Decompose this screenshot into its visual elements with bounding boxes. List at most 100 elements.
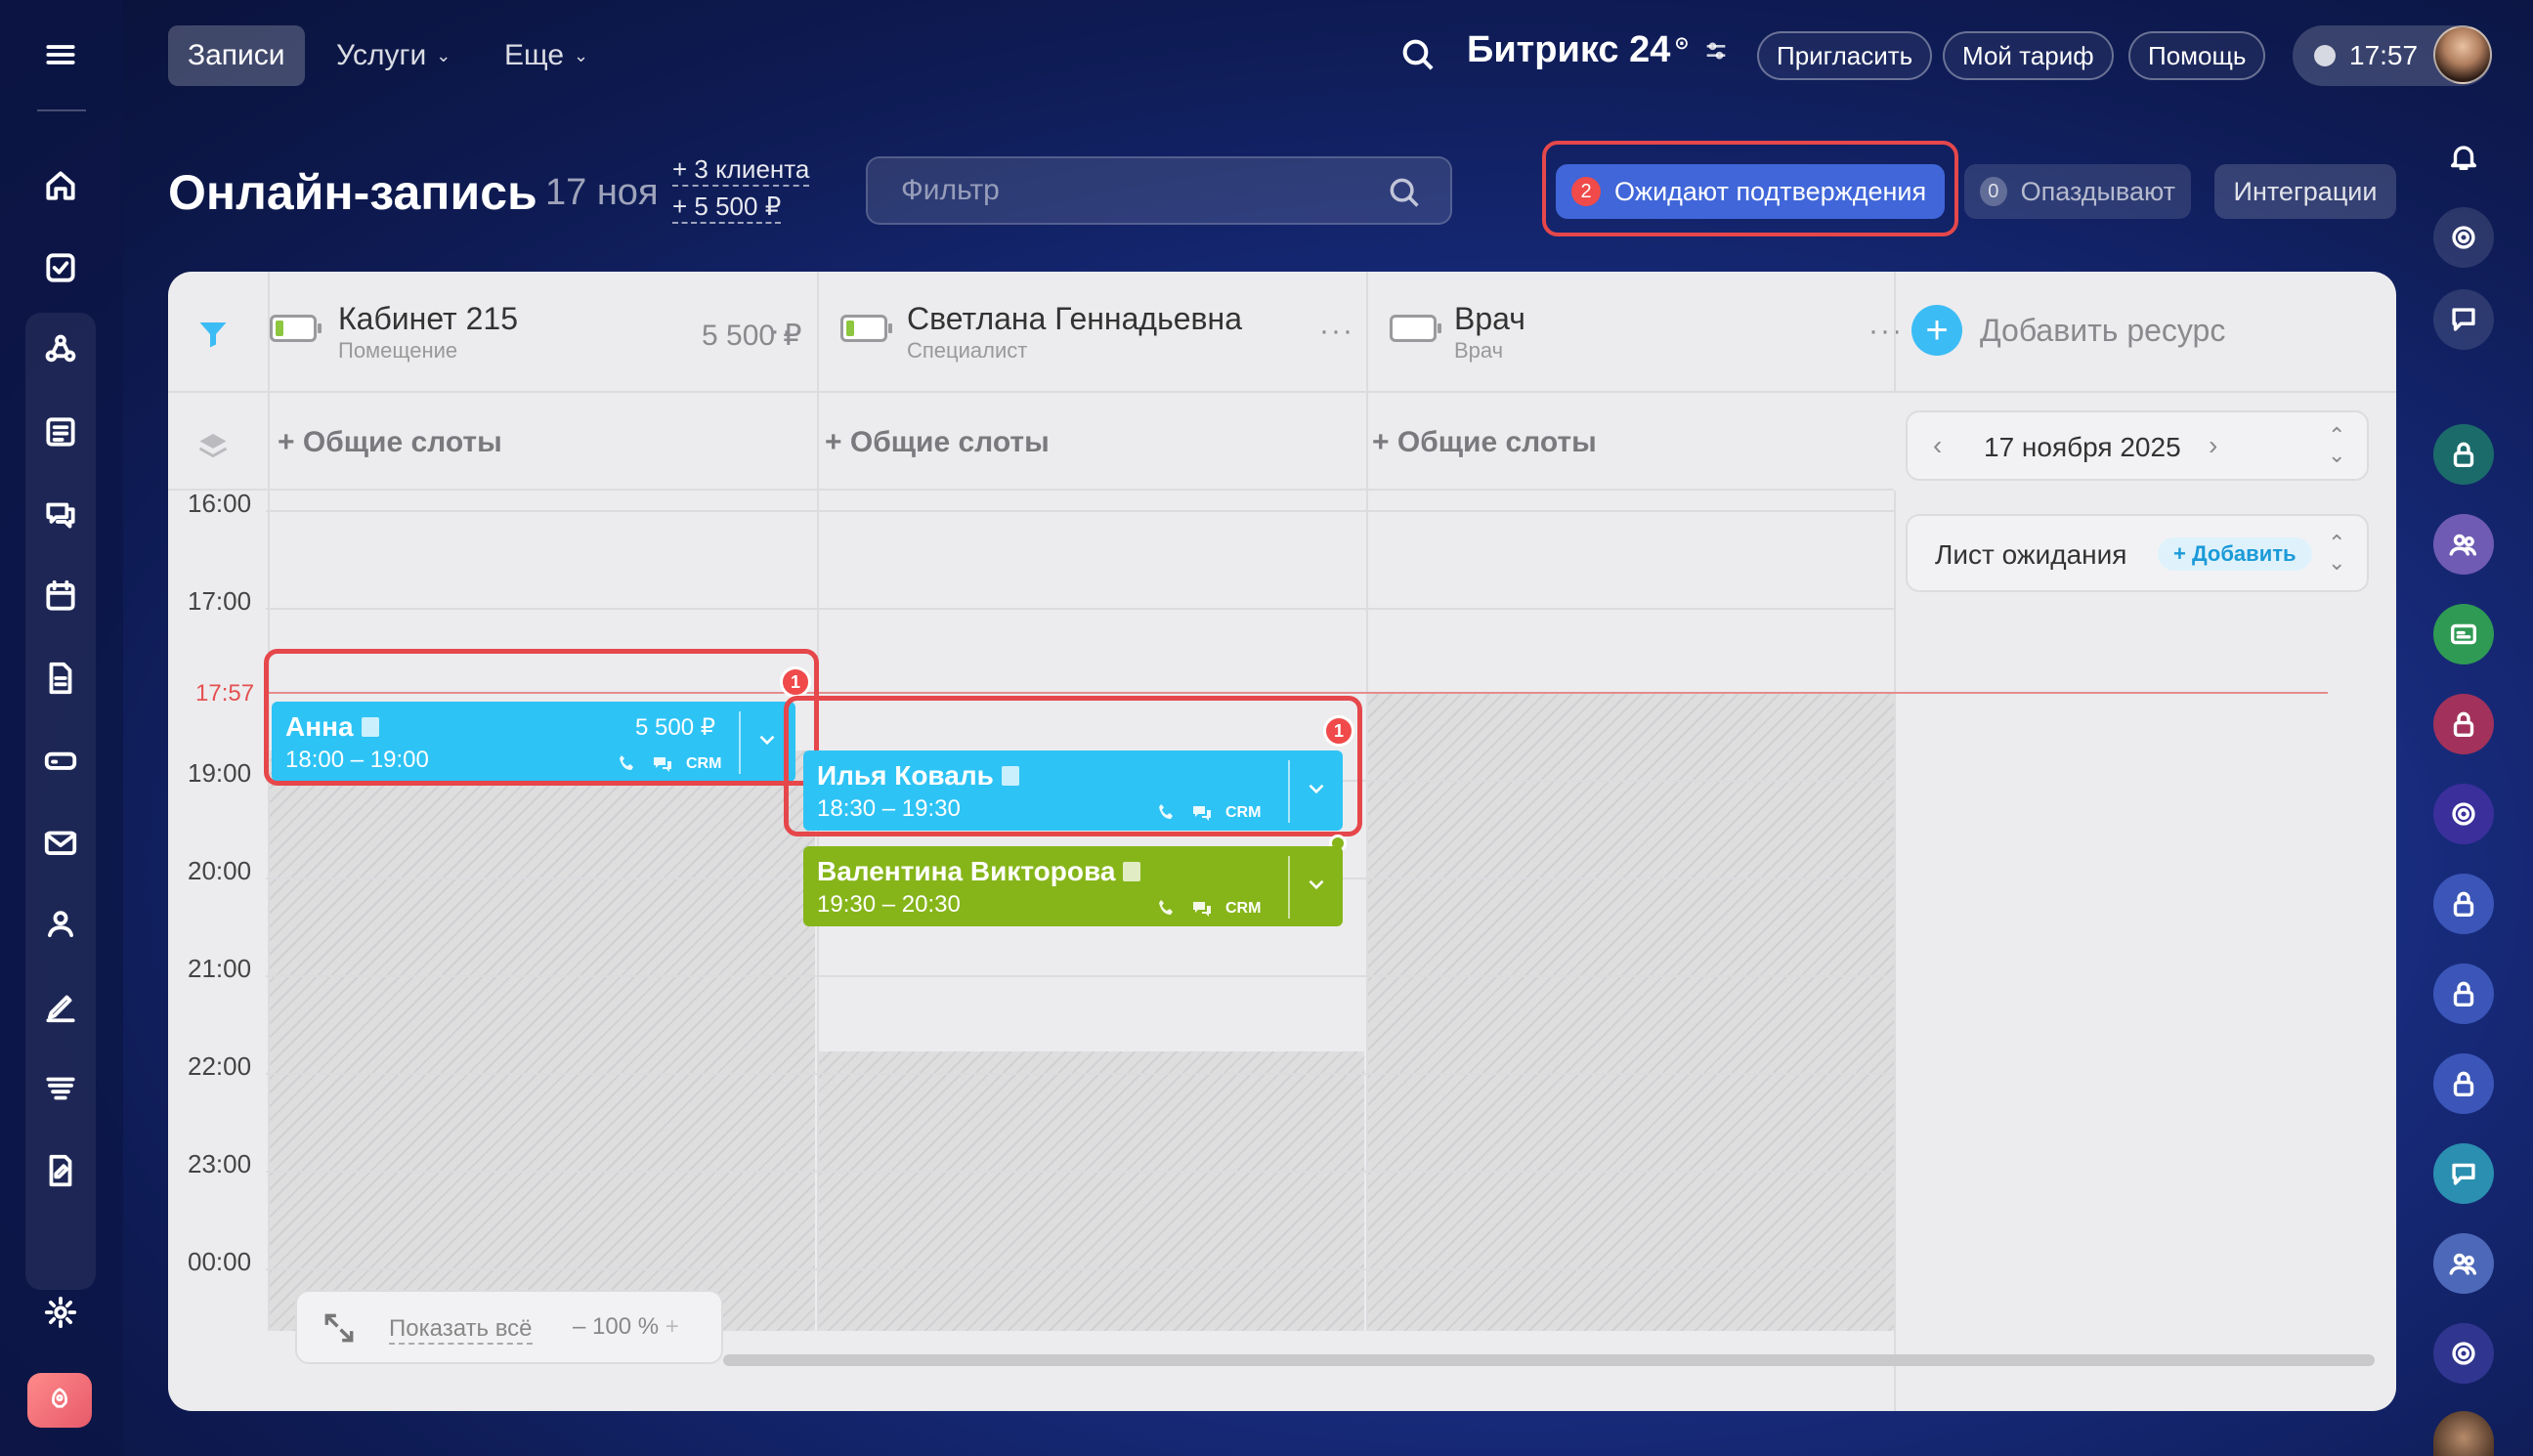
crm-icon[interactable]	[32, 321, 89, 378]
group-icon[interactable]	[2433, 514, 2494, 575]
column-divider	[268, 393, 270, 491]
copilot-icon[interactable]	[2433, 1323, 2494, 1384]
tab-services[interactable]: Услуги ⌄	[317, 25, 470, 86]
hour-line	[266, 1073, 1894, 1075]
resource-column[interactable]: Врач Врач ···	[1366, 272, 1913, 393]
unavailable-area	[819, 1051, 1364, 1331]
home-icon[interactable]	[32, 157, 89, 214]
bell-icon[interactable]	[2433, 127, 2494, 188]
sign-icon[interactable]	[32, 978, 89, 1035]
column-divider	[1366, 393, 1368, 491]
time-label: 17:00	[188, 586, 252, 616]
contacts-icon[interactable]	[32, 896, 89, 953]
store-icon[interactable]	[32, 1060, 89, 1117]
add-shared-slot-button[interactable]: + Общие слоты	[278, 426, 502, 459]
search-chat-icon[interactable]	[2433, 289, 2494, 350]
tariff-button[interactable]: Мой тариф	[1943, 31, 2114, 80]
group-icon[interactable]	[2433, 1233, 2494, 1294]
appointment-time: 19:30 – 20:30	[817, 891, 961, 918]
add-shared-slot-button[interactable]: + Общие слоты	[1372, 426, 1597, 459]
brand-logo[interactable]: Битрикс 24 ⊙	[1467, 29, 1730, 71]
lock-icon[interactable]	[2433, 964, 2494, 1024]
clock-icon	[2314, 45, 2336, 66]
highlight-frame	[264, 649, 819, 786]
filter-icon[interactable]	[195, 317, 231, 352]
horizontal-scrollbar[interactable]	[723, 1354, 2375, 1366]
appointment-card[interactable]: Валентина Викторова 19:30 – 20:30 CRM	[803, 846, 1343, 926]
filter-input[interactable]	[868, 158, 1450, 223]
integrations-button[interactable]: Интеграции	[2214, 164, 2396, 219]
layers-icon[interactable]	[195, 428, 231, 463]
sort-icon[interactable]: ⌃ ⌄	[2328, 425, 2345, 466]
chat-icon[interactable]	[32, 486, 89, 542]
chevron-down-icon[interactable]	[1304, 872, 1329, 897]
menu-icon[interactable]	[32, 26, 89, 83]
avatar[interactable]	[2433, 25, 2492, 84]
crm-icon[interactable]: CRM	[1225, 900, 1261, 918]
top-bar: Записи Услуги ⌄ Еще ⌄ Битрикс 24 ⊙ Пригласи…	[123, 0, 2533, 111]
mail-icon[interactable]	[32, 814, 89, 871]
time-label: 19:00	[188, 758, 252, 788]
sort-icon[interactable]: ⌃ ⌄	[2328, 533, 2345, 574]
revenue-stat[interactable]: + 5 500 ₽	[672, 192, 782, 224]
more-icon[interactable]: ···	[770, 315, 805, 348]
filter-field[interactable]	[866, 156, 1452, 225]
resource-type: Помещение	[338, 338, 458, 363]
add-resource-button[interactable]: + Добавить ресурс	[1911, 305, 2225, 356]
resource-type: Специалист	[907, 338, 1028, 363]
waitlist-add-button[interactable]: + Добавить	[2158, 537, 2312, 571]
show-all-link[interactable]: Показать всё	[389, 1315, 533, 1345]
chevron-left-icon[interactable]: ‹	[1933, 430, 1942, 461]
more-icon[interactable]: ···	[1868, 315, 1904, 348]
zoom-in-button[interactable]: +	[659, 1313, 679, 1340]
tab-records[interactable]: Записи	[168, 25, 305, 86]
clients-stat[interactable]: + 3 клиента	[672, 154, 810, 187]
documents-icon[interactable]	[32, 650, 89, 707]
tab-more[interactable]: Еще ⌄	[485, 25, 608, 86]
pending-confirmation-button[interactable]: 2 Ожидают подтверждения	[1556, 164, 1945, 219]
column-divider	[1366, 491, 1368, 1331]
waitlist-box[interactable]: Лист ожидания + Добавить ⌃ ⌄	[1906, 514, 2369, 592]
time-label: 20:00	[188, 856, 252, 885]
copilot-icon[interactable]	[2433, 207, 2494, 268]
date-picker[interactable]: ‹ 17 ноября 2025 › ⌃ ⌄	[1906, 410, 2369, 481]
zoom-controls: Показать всё – 100 % +	[295, 1290, 723, 1364]
hour-line	[266, 1171, 1894, 1173]
chat-icon[interactable]	[2433, 1143, 2494, 1204]
chat-icon[interactable]	[1190, 897, 1214, 921]
unavailable-area	[1368, 692, 1894, 1331]
settings-icon[interactable]	[32, 1284, 89, 1341]
lock-icon[interactable]	[2433, 694, 2494, 754]
edit-doc-icon[interactable]	[32, 1142, 89, 1199]
resource-column[interactable]: Кабинет 215 Помещение 5 500 ₽ ···	[268, 272, 815, 393]
help-button[interactable]: Помощь	[2128, 31, 2266, 80]
avatar[interactable]	[2433, 1411, 2494, 1456]
drive-icon[interactable]	[32, 732, 89, 789]
sliders-icon[interactable]	[1702, 37, 1730, 64]
more-icon[interactable]: ···	[1319, 315, 1354, 348]
lock-icon[interactable]	[2433, 424, 2494, 485]
phone-icon[interactable]	[1155, 897, 1179, 921]
lock-icon[interactable]	[2433, 1053, 2494, 1114]
tasks-icon[interactable]	[32, 239, 89, 296]
hour-line	[266, 975, 1894, 977]
expand-icon[interactable]	[321, 1309, 358, 1347]
zoom-out-button[interactable]: –	[573, 1313, 592, 1340]
column-divider	[1894, 272, 1896, 393]
chevron-right-icon[interactable]: ›	[2209, 430, 2217, 461]
time-label: 21:00	[188, 954, 252, 983]
feed-icon[interactable]	[32, 404, 89, 460]
resource-column[interactable]: Светлана Геннадьевна Специалист ···	[817, 272, 1364, 393]
card-icon[interactable]	[2433, 604, 2494, 664]
search-icon[interactable]	[1398, 35, 1438, 74]
rocket-icon[interactable]	[27, 1373, 92, 1428]
search-icon[interactable]	[1386, 174, 1423, 211]
lock-icon[interactable]	[2433, 874, 2494, 934]
resource-header: Кабинет 215 Помещение 5 500 ₽ ··· Светла…	[168, 272, 2396, 393]
time-label: 00:00	[188, 1247, 252, 1276]
copilot-icon[interactable]	[2433, 784, 2494, 844]
add-shared-slot-button[interactable]: + Общие слоты	[825, 426, 1050, 459]
calendar-icon[interactable]	[32, 568, 89, 624]
late-button[interactable]: 0 Опаздывают	[1964, 164, 2191, 219]
invite-button[interactable]: Пригласить	[1757, 31, 1933, 80]
